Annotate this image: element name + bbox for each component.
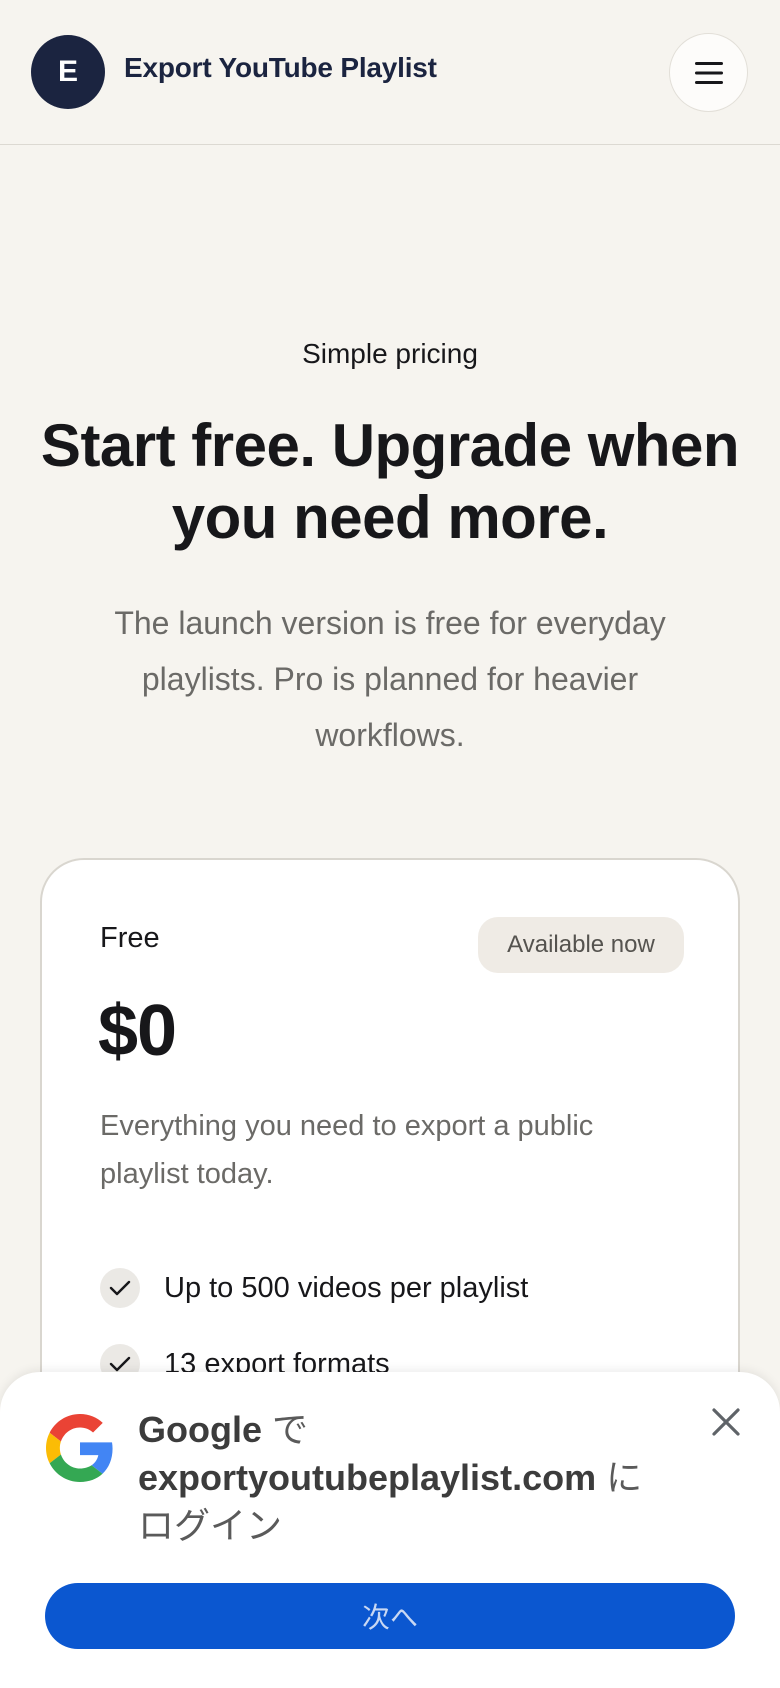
plan-description: Everything you need to export a public p…	[100, 1110, 594, 1190]
menu-button[interactable]	[669, 33, 748, 112]
google-signin-sheet: Google で exportyoutubeplaylist.com に ログイ…	[0, 1372, 780, 1688]
pricing-eyebrow: Simple pricing	[302, 338, 478, 369]
signin-site: exportyoutubeplaylist.com	[138, 1457, 597, 1498]
signin-brand: Google	[138, 1409, 262, 1450]
close-button[interactable]	[706, 1402, 746, 1442]
brand-name[interactable]: Export YouTube Playlist	[124, 52, 437, 84]
logo-badge[interactable]: E	[31, 35, 105, 109]
pricing-subtext: The launch version is free for everyday …	[114, 605, 666, 753]
availability-badge: Available now	[478, 917, 684, 973]
feature-label: Up to 500 videos per playlist	[164, 1271, 529, 1304]
plan-price: $0	[98, 991, 177, 1071]
plan-name: Free	[100, 922, 160, 954]
top-header: E Export YouTube Playlist	[0, 0, 780, 145]
google-logo-icon	[46, 1414, 113, 1482]
hamburger-icon	[694, 61, 723, 84]
next-button[interactable]: 次へ	[45, 1583, 735, 1649]
close-icon	[712, 1408, 740, 1436]
signin-particle: で	[262, 1409, 309, 1450]
signin-title: Google で exportyoutubeplaylist.com に ログイ…	[138, 1406, 678, 1550]
signin-action: ログイン	[138, 1505, 283, 1546]
feature-item: Up to 500 videos per playlist	[100, 1268, 528, 1308]
signin-particle: に	[596, 1457, 643, 1498]
pricing-headline: Start free. Upgrade when you need more.	[40, 412, 740, 551]
check-icon	[100, 1268, 140, 1308]
